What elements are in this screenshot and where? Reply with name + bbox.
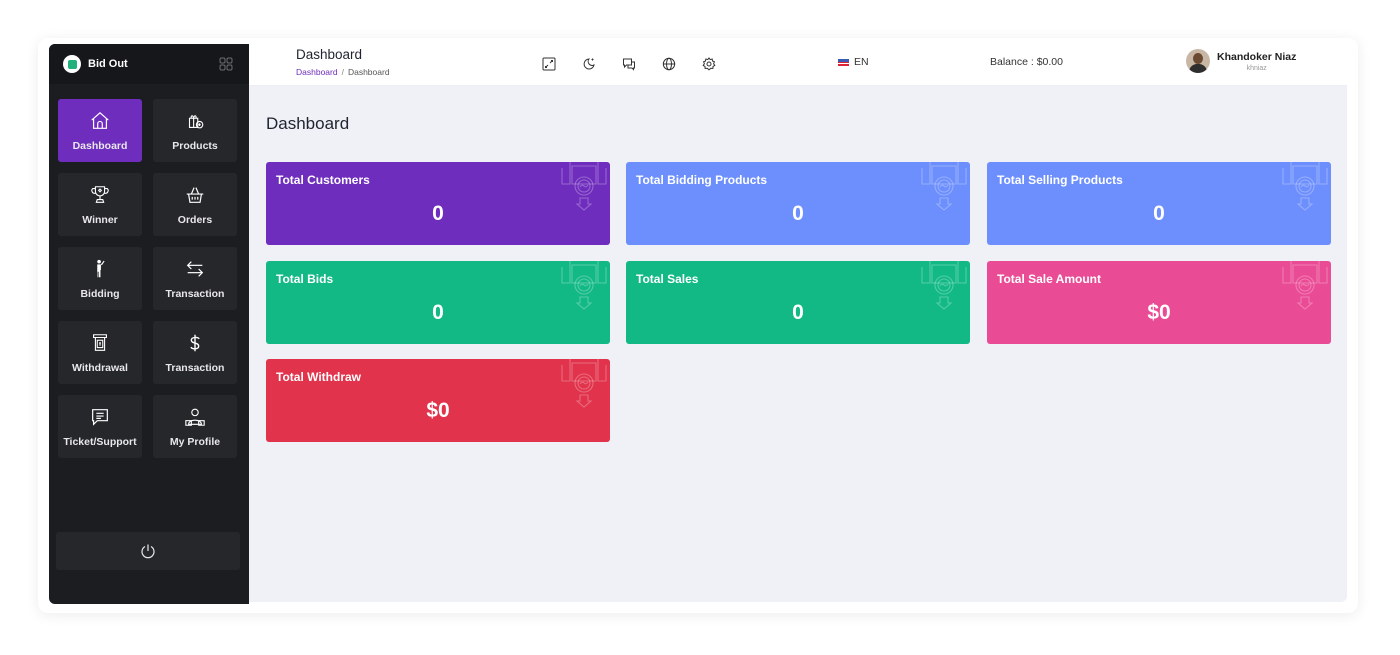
sidebar-item-label: Dashboard <box>72 139 128 152</box>
us-flag-icon <box>838 58 849 66</box>
stat-card-title: Total Sale Amount <box>997 272 1102 286</box>
settings-button[interactable] <box>689 55 729 73</box>
atm-icon <box>93 333 107 351</box>
user-name: Khandoker Niaz <box>1217 50 1297 63</box>
trophy-icon <box>91 185 109 203</box>
brand[interactable]: Bid Out <box>49 44 249 84</box>
topbar-icons <box>529 55 729 73</box>
money-withdraw-icon <box>558 359 610 413</box>
sidebar-item-orders[interactable]: Orders <box>153 173 237 236</box>
sidebar-item-winner[interactable]: Winner <box>58 173 142 236</box>
sidebar-item-label: Transaction <box>165 361 225 374</box>
stat-card-title: Total Sales <box>636 272 699 286</box>
money-withdraw-icon <box>918 162 970 216</box>
basket-icon <box>186 186 204 203</box>
stat-card-title: Total Withdraw <box>276 370 361 384</box>
brand-logo-icon <box>63 55 81 73</box>
stat-card-title: Total Customers <box>276 173 370 187</box>
dark-mode-button[interactable] <box>569 55 609 73</box>
sidebar-item-transaction-dollar[interactable]: Transaction <box>153 321 237 384</box>
dollar-icon <box>190 334 200 351</box>
stat-card-title: Total Bids <box>276 272 334 286</box>
money-withdraw-icon <box>558 261 610 315</box>
bidder-icon <box>97 259 105 277</box>
globe-icon <box>662 57 676 71</box>
stat-card-total-customers[interactable]: Total Customers 0 <box>266 162 610 245</box>
top-bar: Dashboard Dashboard / Dashboard EN Balan… <box>249 44 1347 86</box>
sidebar-item-label: Withdrawal <box>72 361 128 374</box>
message-icon <box>92 408 108 426</box>
fullscreen-icon <box>542 57 556 71</box>
stat-card-total-sales[interactable]: Total Sales 0 <box>626 261 970 344</box>
sidebar-item-label: Ticket/Support <box>63 435 137 448</box>
breadcrumb-current: Dashboard <box>347 67 390 77</box>
chat-button[interactable] <box>609 55 649 73</box>
main-content: Dashboard Total Customers 0 Total Bidding … <box>249 86 1347 602</box>
swap-arrows-icon <box>186 260 204 277</box>
sidebar-item-ticket-support[interactable]: Ticket/Support <box>58 395 142 458</box>
sidebar-menu: Dashboard Products Winner Orders Bidding <box>58 99 240 458</box>
sidebar-item-label: Orders <box>177 213 213 226</box>
stat-card-total-withdraw[interactable]: Total Withdraw $0 <box>266 359 610 442</box>
money-withdraw-icon <box>918 261 970 315</box>
money-withdraw-icon <box>1279 162 1331 216</box>
sidebar-item-bidding[interactable]: Bidding <box>58 247 142 310</box>
balance-display: Balance : $0.00 <box>990 56 1063 68</box>
sidebar-item-label: Bidding <box>80 287 120 300</box>
home-icon <box>91 111 109 129</box>
logout-button[interactable] <box>56 532 240 570</box>
stat-card-title: Total Selling Products <box>997 173 1123 187</box>
page-title: Dashboard <box>266 114 350 133</box>
sidebar-item-transaction[interactable]: Transaction <box>153 247 237 310</box>
breadcrumb-link[interactable]: Dashboard <box>296 67 338 77</box>
stat-card-total-sale-amount[interactable]: Total Sale Amount $0 <box>987 261 1331 344</box>
profile-icon <box>185 408 205 426</box>
sidebar-item-label: Transaction <box>165 287 225 300</box>
user-menu[interactable]: Khandoker Niaz khniaz <box>1186 49 1296 73</box>
breadcrumb: Dashboard / Dashboard <box>296 67 390 77</box>
money-withdraw-icon <box>558 162 610 216</box>
power-icon <box>141 544 155 559</box>
stat-card-total-bidding-products[interactable]: Total Bidding Products 0 <box>626 162 970 245</box>
sidebar-item-my-profile[interactable]: My Profile <box>153 395 237 458</box>
page-heading: Dashboard <box>296 47 363 62</box>
fullscreen-button[interactable] <box>529 55 569 73</box>
stat-card-total-selling-products[interactable]: Total Selling Products 0 <box>987 162 1331 245</box>
stat-card-total-bids[interactable]: Total Bids 0 <box>266 261 610 344</box>
settings-icon <box>702 57 716 71</box>
brand-name: Bid Out <box>88 58 128 70</box>
language-globe-button[interactable] <box>649 55 689 73</box>
sidebar-item-label: Products <box>172 139 218 152</box>
language-selector[interactable]: EN <box>838 56 869 68</box>
sidebar-item-products[interactable]: Products <box>153 99 237 162</box>
sidebar-item-withdrawal[interactable]: Withdrawal <box>58 321 142 384</box>
sidebar-item-dashboard[interactable]: Dashboard <box>58 99 142 162</box>
chat-icon <box>623 58 635 71</box>
sidebar-item-label: My Profile <box>169 435 221 448</box>
stat-card-title: Total Bidding Products <box>636 173 768 187</box>
sidebar-item-label: Winner <box>82 213 118 226</box>
sidebar: Bid Out Dashboard Products Winner Orders… <box>49 44 249 604</box>
grid-menu-icon[interactable] <box>219 57 233 71</box>
avatar <box>1186 49 1210 73</box>
products-icon <box>188 114 204 128</box>
user-handle: khniaz <box>1246 64 1267 72</box>
money-withdraw-icon <box>1279 261 1331 315</box>
breadcrumb-separator: / <box>341 67 344 77</box>
dark-mode-icon <box>583 58 595 70</box>
language-label: EN <box>854 56 869 68</box>
